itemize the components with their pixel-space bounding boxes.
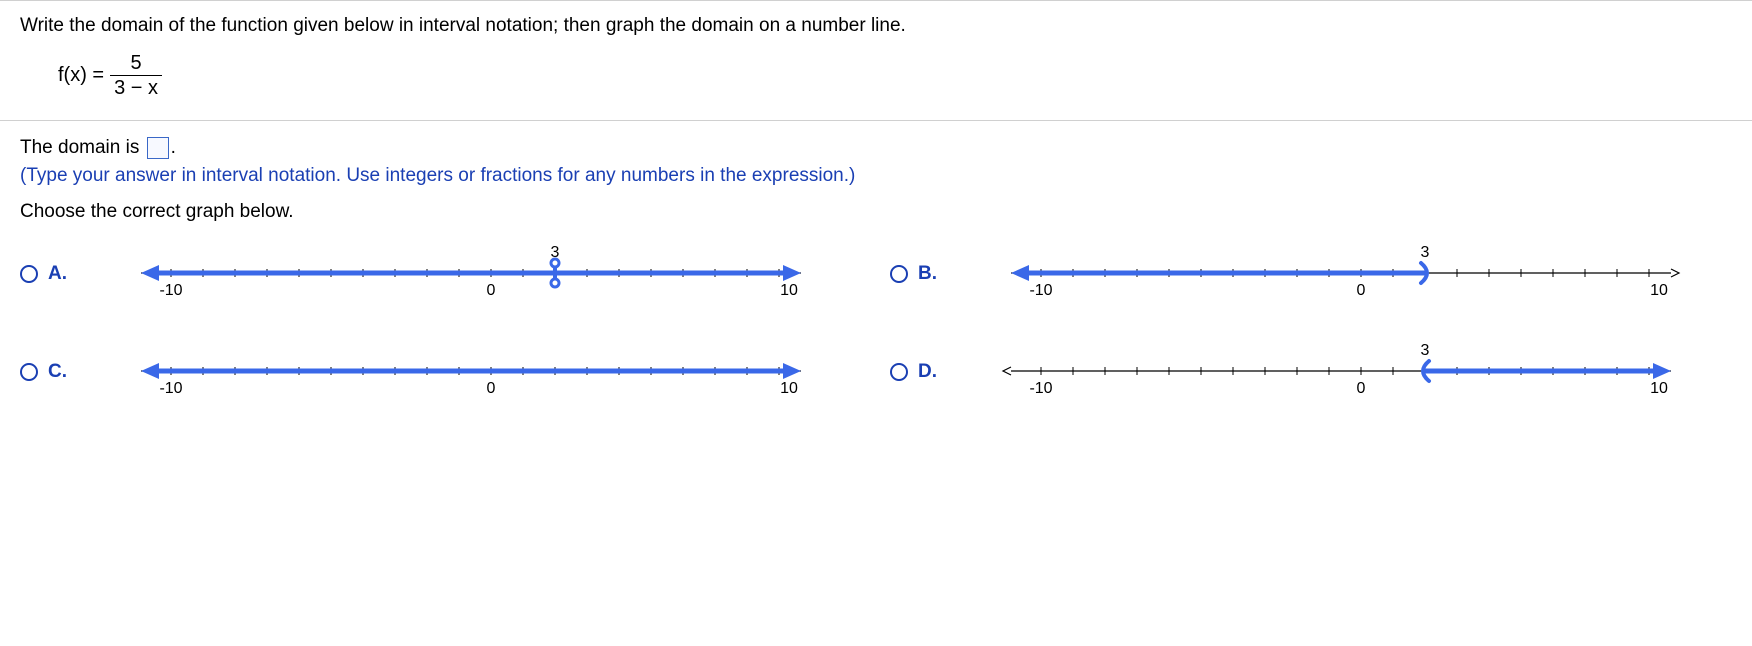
option-b-label: B. [918, 263, 940, 285]
domain-statement: The domain is . [20, 137, 1732, 159]
svg-text:10: 10 [780, 282, 798, 299]
radio-b[interactable] [890, 265, 908, 283]
svg-text:-10: -10 [159, 380, 182, 397]
fraction: 5 3 − x [110, 51, 162, 100]
radio-c[interactable] [20, 363, 38, 381]
svg-text:10: 10 [780, 380, 798, 397]
numberline-b: 3 -10 0 10 [950, 243, 1732, 305]
equation-lhs: f(x) = [58, 64, 104, 87]
numberline-c: -10 0 10 [80, 341, 862, 403]
svg-text:0: 0 [1357, 380, 1366, 397]
radio-d[interactable] [890, 363, 908, 381]
input-hint: (Type your answer in interval notation. … [20, 165, 1732, 187]
option-c: C. -10 0 10 [20, 341, 862, 403]
option-a: A. [20, 243, 862, 305]
svg-text:10: 10 [1650, 380, 1668, 397]
numberline-d: 3 -10 0 10 [950, 341, 1732, 403]
option-b: B. 3 -10 0 10 [890, 243, 1732, 305]
option-c-label: C. [48, 361, 70, 383]
svg-text:3: 3 [1421, 342, 1430, 359]
svg-text:3: 3 [1421, 244, 1430, 261]
svg-text:-10: -10 [1029, 380, 1052, 397]
domain-input[interactable] [147, 137, 169, 159]
svg-text:0: 0 [487, 380, 496, 397]
domain-prefix: The domain is [20, 137, 139, 158]
choose-prompt: Choose the correct graph below. [20, 201, 1732, 223]
svg-text:0: 0 [1357, 282, 1366, 299]
svg-text:0: 0 [487, 282, 496, 299]
option-d-label: D. [918, 361, 940, 383]
option-d: D. 3 -10 0 10 [890, 341, 1732, 403]
domain-suffix: . [171, 137, 176, 158]
fraction-numerator: 5 [127, 51, 146, 75]
function-equation: f(x) = 5 3 − x [58, 51, 1732, 100]
svg-text:3: 3 [551, 244, 560, 261]
numberline-a: 3 -10 0 10 [80, 243, 862, 305]
option-a-label: A. [48, 263, 70, 285]
svg-text:10: 10 [1650, 282, 1668, 299]
svg-text:-10: -10 [159, 282, 182, 299]
fraction-denominator: 3 − x [110, 76, 162, 100]
radio-a[interactable] [20, 265, 38, 283]
svg-text:-10: -10 [1029, 282, 1052, 299]
question-text: Write the domain of the function given b… [20, 15, 1732, 37]
